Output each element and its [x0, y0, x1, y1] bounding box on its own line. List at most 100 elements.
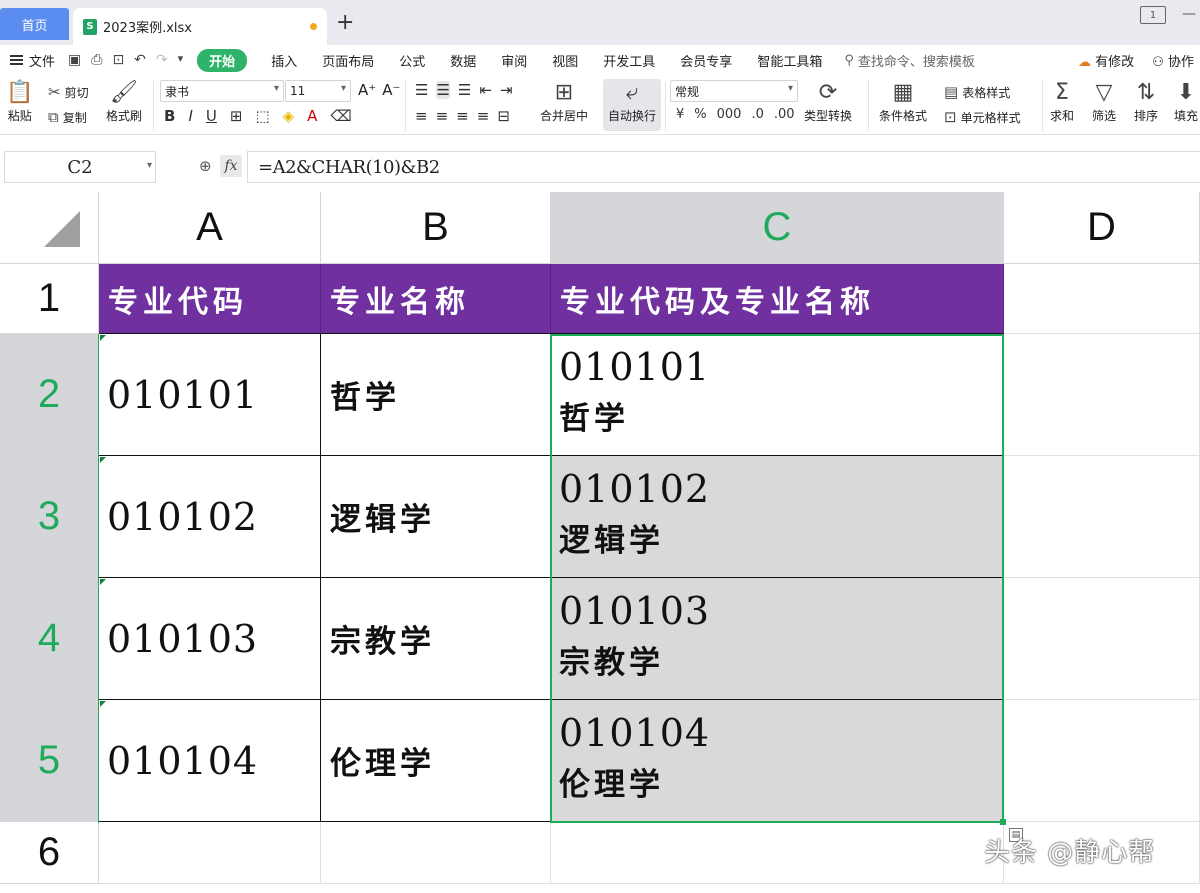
select-all-button[interactable]: [0, 192, 99, 264]
menu-item-review[interactable]: 审阅: [501, 51, 527, 70]
align-left-icon[interactable]: ≡: [415, 107, 428, 125]
percent-icon[interactable]: %: [694, 107, 706, 122]
cell-b1[interactable]: 专业名称: [321, 264, 551, 334]
underline-icon[interactable]: U: [206, 107, 217, 125]
indent-decrease-icon[interactable]: ⇤: [479, 81, 492, 99]
fill-color-icon[interactable]: ◈: [283, 107, 295, 125]
filter-button[interactable]: ▽ 筛选: [1092, 79, 1116, 124]
file-menu[interactable]: 文件: [0, 51, 68, 70]
menu-item-formula[interactable]: 公式: [399, 51, 425, 70]
font-color-icon[interactable]: A: [307, 107, 317, 125]
clear-format-icon[interactable]: ⌫: [330, 107, 351, 125]
cell-c2[interactable]: 010101 哲学: [551, 334, 1004, 456]
cell-a2[interactable]: 010101: [99, 334, 321, 456]
conditional-format-button[interactable]: ▦ 条件格式: [879, 79, 927, 124]
print-preview-icon[interactable]: ⊡: [112, 52, 124, 68]
undo-icon[interactable]: ↶: [134, 52, 146, 68]
align-top-icon[interactable]: ☰: [415, 81, 428, 99]
customize-icon[interactable]: ▾: [178, 52, 184, 68]
decrease-decimal-icon[interactable]: .00: [774, 107, 795, 122]
menu-item-smart-tools[interactable]: 智能工具箱: [757, 51, 822, 70]
wrap-text-button[interactable]: ⤶ 自动换行: [603, 79, 661, 131]
row-header-1[interactable]: 1: [0, 264, 99, 334]
justify-icon[interactable]: ≡: [477, 107, 490, 125]
cell-a3[interactable]: 010102: [99, 456, 321, 578]
menu-item-member[interactable]: 会员专享: [680, 51, 732, 70]
distribute-icon[interactable]: ⊟: [497, 107, 510, 125]
cell-b5[interactable]: 伦理学: [321, 700, 551, 822]
align-right-icon[interactable]: ≡: [456, 107, 469, 125]
cell-d1[interactable]: [1004, 264, 1200, 334]
type-convert-button[interactable]: ⟳ 类型转换: [804, 79, 852, 124]
collaborate-button[interactable]: ⚇ 协作: [1152, 51, 1194, 70]
save-icon[interactable]: ▣: [68, 52, 81, 68]
copy-button[interactable]: ⧉ 复制: [48, 108, 87, 126]
minimize-icon[interactable]: —: [1182, 6, 1196, 24]
command-search[interactable]: ⚲ 查找命令、搜索模板: [844, 51, 975, 70]
align-bottom-icon[interactable]: ☰: [458, 81, 471, 99]
zoom-icon[interactable]: ⊕: [199, 157, 212, 175]
cell-b6[interactable]: [321, 822, 551, 884]
tab-home[interactable]: 首页: [0, 8, 69, 40]
column-header-a[interactable]: A: [99, 192, 321, 264]
menu-item-start[interactable]: 开始: [197, 48, 248, 72]
modified-button[interactable]: ☁ 有修改: [1078, 51, 1134, 70]
cell-c3[interactable]: 010102 逻辑学: [551, 456, 1004, 578]
increase-decimal-icon[interactable]: .0: [751, 107, 763, 122]
cell-c1[interactable]: 专业代码及专业名称: [551, 264, 1004, 334]
cell-d5[interactable]: [1004, 700, 1200, 822]
cell-d2[interactable]: [1004, 334, 1200, 456]
row-header-5[interactable]: 5: [0, 700, 99, 822]
cell-b3[interactable]: 逻辑学: [321, 456, 551, 578]
cell-b2[interactable]: 哲学: [321, 334, 551, 456]
name-box[interactable]: C2: [4, 151, 156, 183]
print-icon[interactable]: ⎙: [91, 52, 102, 68]
cell-c6[interactable]: [551, 822, 1004, 884]
cell-a6[interactable]: [99, 822, 321, 884]
menu-item-developer[interactable]: 开发工具: [603, 51, 655, 70]
menu-item-page-layout[interactable]: 页面布局: [322, 51, 374, 70]
sum-button[interactable]: Σ 求和: [1050, 79, 1074, 124]
border-icon[interactable]: ⊞: [230, 107, 243, 125]
row-header-3[interactable]: 3: [0, 456, 99, 578]
italic-icon[interactable]: I: [188, 107, 192, 125]
row-header-4[interactable]: 4: [0, 578, 99, 700]
column-header-c[interactable]: C: [551, 192, 1004, 264]
number-format-select[interactable]: 常规: [670, 80, 798, 102]
column-header-d[interactable]: D: [1004, 192, 1200, 264]
thousands-icon[interactable]: 000: [717, 107, 742, 122]
font-shrink-icon[interactable]: A⁻: [382, 81, 400, 99]
new-tab-button[interactable]: +: [336, 10, 354, 36]
font-name-select[interactable]: 隶书: [160, 80, 284, 102]
formula-input[interactable]: =A2&CHAR(10)&B2: [247, 151, 1200, 183]
format-painter-button[interactable]: 🖌 格式刷: [106, 79, 142, 124]
table-style-button[interactable]: ▤ 表格样式: [944, 83, 1010, 101]
menu-item-view[interactable]: 视图: [552, 51, 578, 70]
cell-style-button[interactable]: ⊡ 单元格样式: [944, 108, 1021, 126]
cell-d4[interactable]: [1004, 578, 1200, 700]
row-header-6[interactable]: 6: [0, 822, 99, 884]
cell-b4[interactable]: 宗教学: [321, 578, 551, 700]
cut-button[interactable]: ✂ 剪切: [48, 83, 89, 101]
font-grow-icon[interactable]: A⁺: [358, 81, 376, 99]
paste-button[interactable]: 📋 粘贴: [6, 79, 33, 124]
column-header-b[interactable]: B: [321, 192, 551, 264]
insert-function-button[interactable]: fx: [220, 155, 242, 177]
merge-center-button[interactable]: ⊞ 合并居中: [540, 79, 588, 124]
menu-item-data[interactable]: 数据: [450, 51, 476, 70]
font-size-select[interactable]: 11: [285, 80, 351, 102]
tab-file[interactable]: S 2023案例.xlsx: [73, 8, 327, 45]
cell-c4[interactable]: 010103 宗教学: [551, 578, 1004, 700]
fill-handle[interactable]: [1000, 819, 1006, 825]
currency-icon[interactable]: ¥: [676, 107, 684, 122]
sort-button[interactable]: ⇅ 排序: [1134, 79, 1158, 124]
cell-a4[interactable]: 010103: [99, 578, 321, 700]
align-center-icon[interactable]: ≡: [436, 107, 449, 125]
indent-increase-icon[interactable]: ⇥: [500, 81, 513, 99]
redo-icon[interactable]: ↷: [156, 52, 168, 68]
fill-button[interactable]: ⬇ 填充: [1174, 79, 1198, 124]
window-layout-icon[interactable]: 1: [1140, 6, 1166, 24]
align-middle-icon[interactable]: ☰: [436, 81, 450, 99]
cell-c5[interactable]: 010104 伦理学: [551, 700, 1004, 822]
bold-icon[interactable]: B: [164, 107, 175, 125]
